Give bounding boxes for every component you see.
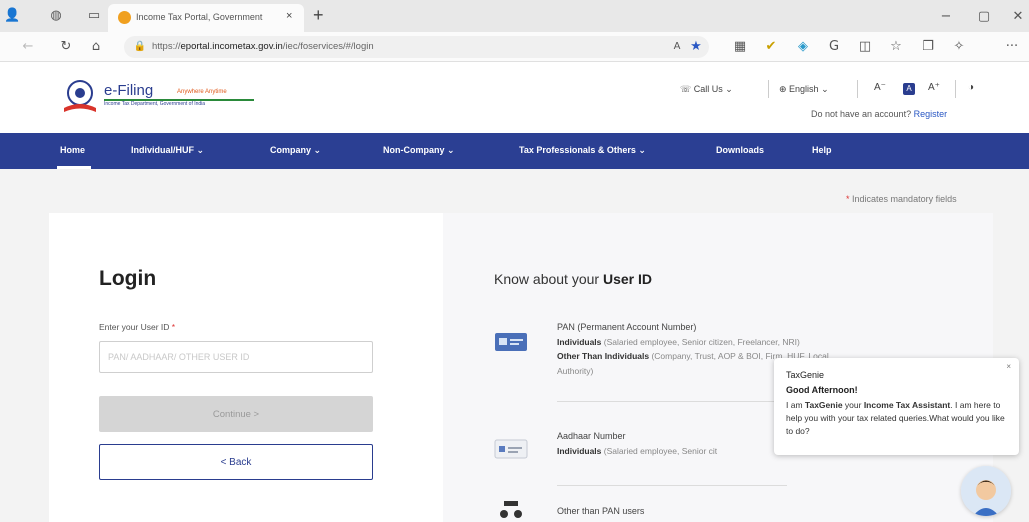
site-header: e-Filing Anywhere Anytime Income Tax Dep… <box>0 62 1029 133</box>
nav-active-indicator <box>57 166 91 169</box>
divider <box>768 80 769 98</box>
close-icon[interactable]: × <box>1006 362 1011 371</box>
close-window-icon[interactable]: ✕ <box>1010 9 1026 25</box>
main-nav: Home Individual/HUF ⌄ Company ⌄ Non-Comp… <box>0 133 1029 169</box>
favicon-icon <box>118 11 131 24</box>
continue-button[interactable]: Continue > <box>99 396 373 432</box>
divider <box>857 80 858 98</box>
tab-actions-icon[interactable]: ▭ <box>86 8 102 24</box>
userid-label: Enter your User ID * <box>99 322 176 332</box>
back-arrow-icon[interactable]: ← <box>20 39 36 55</box>
lock-icon[interactable]: 🔒 <box>132 39 148 55</box>
contrast-toggle-icon[interactable]: ◑ <box>968 82 974 93</box>
extension-icon[interactable]: ▦ <box>732 39 748 55</box>
copilot-icon[interactable]: ✧ <box>951 39 967 55</box>
nav-help[interactable]: Help <box>812 145 832 155</box>
taxgenie-avatar-icon <box>961 466 1011 516</box>
logo-text: e-Filing <box>104 82 154 99</box>
nav-individual-huf[interactable]: Individual/HUF ⌄ <box>131 145 204 156</box>
page-title: Login <box>99 267 157 290</box>
address-bar[interactable]: 🔒 https://eportal.incometax.gov.in/iec/f… <box>124 36 709 58</box>
pan-title: PAN (Permanent Account Number) <box>557 322 697 332</box>
workspaces-icon[interactable]: ◍ <box>48 8 64 24</box>
globe-icon: ⊕ <box>779 84 790 94</box>
browser-tab[interactable]: Income Tax Portal, Government × <box>108 4 304 32</box>
nav-company[interactable]: Company ⌄ <box>270 145 321 156</box>
settings-menu-icon[interactable]: ··· <box>1004 39 1020 55</box>
taxgenie-message: I am TaxGenie your Income Tax Assistant.… <box>786 400 1005 436</box>
refresh-icon[interactable]: ↻ <box>58 39 74 55</box>
read-aloud-icon[interactable]: A <box>669 39 685 55</box>
nav-home[interactable]: Home <box>60 145 85 155</box>
font-decrease-button[interactable]: A⁻ <box>874 82 886 93</box>
extension-shield-icon[interactable]: ◈ <box>795 39 811 55</box>
collections-icon[interactable]: ❐ <box>920 39 936 55</box>
browser-tab-bar: 👤 ◍ ▭ Income Tax Portal, Government × + … <box>0 0 1029 32</box>
taxgenie-name: TaxGenie <box>786 370 825 380</box>
logo-subtitle: Income Tax Department, Government of Ind… <box>104 101 206 107</box>
divider <box>955 80 956 98</box>
url-text: https://eportal.incometax.gov.in/iec/fos… <box>152 41 374 52</box>
profile-icon[interactable]: 👤 <box>4 8 20 24</box>
favorites-icon[interactable]: ☆ <box>888 39 904 55</box>
extension-g-icon[interactable]: G <box>826 39 842 55</box>
tab-title: Income Tax Portal, Government <box>136 12 263 22</box>
home-icon[interactable]: ⌂ <box>88 39 104 55</box>
aadhaar-title: Aadhaar Number <box>557 431 626 441</box>
userid-info-title: Know about your User ID <box>494 271 652 287</box>
aadhaar-line-1: Individuals (Salaried employee, Senior c… <box>557 446 718 456</box>
restore-icon[interactable]: ▢ <box>976 9 992 25</box>
aadhaar-card-icon <box>494 439 528 459</box>
no-account-text: Do not have an account? Register <box>811 109 948 119</box>
taxgenie-greeting: Good Afternoon! <box>786 385 858 395</box>
phone-icon: ☏ <box>680 84 694 94</box>
other-pan-title: Other than PAN users <box>557 506 645 516</box>
logo-tagline: Anywhere Anytime <box>177 89 227 95</box>
pan-card-icon <box>495 333 527 351</box>
other-users-icon <box>500 501 522 518</box>
favorite-star-icon[interactable]: ★ <box>688 39 704 55</box>
call-us-dropdown[interactable]: ☏ Call Us ⌄ <box>680 84 733 95</box>
pan-line-1: Individuals (Salaried employee, Senior c… <box>557 337 800 347</box>
nav-non-company[interactable]: Non-Company ⌄ <box>383 145 455 156</box>
register-link[interactable]: Register <box>914 109 948 119</box>
pan-line-3: Authority) <box>557 366 594 376</box>
minimize-icon[interactable]: − <box>938 9 954 25</box>
browser-toolbar: ← ↻ ⌂ 🔒 https://eportal.incometax.gov.in… <box>0 32 1029 62</box>
divider <box>557 485 787 486</box>
nav-downloads[interactable]: Downloads <box>716 145 764 155</box>
taxgenie-avatar-button[interactable] <box>961 466 1011 516</box>
split-screen-icon[interactable]: ◫ <box>857 39 873 55</box>
tab-close-icon[interactable]: × <box>286 10 292 22</box>
emblem-logo-icon <box>64 80 96 112</box>
nav-tax-professionals[interactable]: Tax Professionals & Others ⌄ <box>519 145 646 156</box>
font-increase-button[interactable]: A⁺ <box>928 82 940 93</box>
taxgenie-popup: × TaxGenie Good Afternoon! I am TaxGenie… <box>774 358 1019 455</box>
userid-input[interactable] <box>99 341 373 373</box>
divider <box>557 401 787 402</box>
mandatory-note: * Indicates mandatory fields <box>846 194 957 204</box>
language-dropdown[interactable]: ⊕ English ⌄ <box>779 84 829 95</box>
back-button[interactable]: < Back <box>99 444 373 480</box>
new-tab-button[interactable]: + <box>313 5 324 26</box>
extension-check-icon[interactable]: ✔ <box>763 39 779 55</box>
font-normal-button[interactable]: A <box>903 83 915 95</box>
